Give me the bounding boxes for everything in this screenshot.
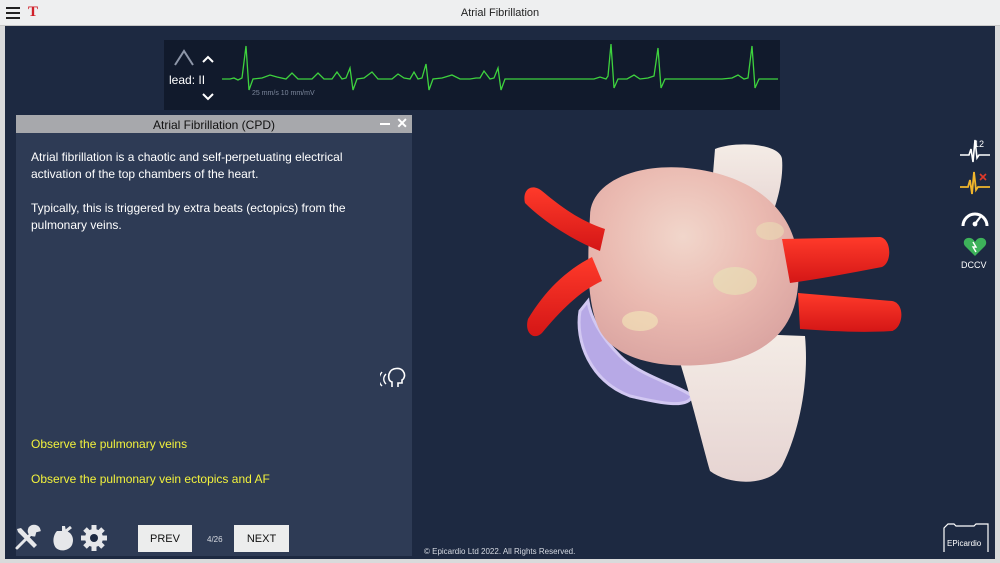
dccv-label: DCCV: [961, 260, 987, 270]
close-icon[interactable]: ✕: [396, 115, 408, 132]
minimize-icon[interactable]: [380, 123, 390, 125]
caret-up-icon[interactable]: [173, 48, 195, 66]
panel-title: Atrial Fibrillation (CPD): [152, 118, 276, 132]
heart-3d-model[interactable]: [520, 141, 910, 486]
link-observe-ectopics-af[interactable]: Observe the pulmonary vein ectopics and …: [31, 472, 270, 486]
settings-gear-icon[interactable]: [79, 523, 109, 553]
panel-paragraph: Atrial fibrillation is a chaotic and sel…: [31, 150, 343, 181]
heart-model-icon[interactable]: [47, 523, 77, 553]
prev-button[interactable]: PREV: [138, 525, 192, 552]
dccv-heart-icon[interactable]: [960, 236, 990, 258]
lead-selector: lead: II: [169, 73, 206, 87]
next-button[interactable]: NEXT: [234, 525, 289, 552]
panel-paragraph: Typically, this is triggered by extra be…: [31, 201, 346, 232]
lead-down-chevron-icon[interactable]: [201, 92, 215, 102]
page-indicator: 4/26: [207, 535, 223, 544]
epicardio-logo: EPicardio: [942, 522, 990, 554]
lead-up-chevron-icon[interactable]: [201, 54, 215, 64]
speaking-head-icon[interactable]: [380, 365, 408, 391]
info-panel: Atrial Fibrillation (CPD) ✕ Atrial fibri…: [16, 115, 412, 556]
tools-icon[interactable]: [12, 523, 42, 553]
copyright-text: © Epicardio Ltd 2022. All Rights Reserve…: [424, 547, 576, 556]
brand-text: EPicardio: [947, 539, 982, 548]
window-title: Atrial Fibrillation: [460, 7, 540, 19]
ecg-trace-toggle-icon[interactable]: [960, 170, 990, 196]
panel-header[interactable]: Atrial Fibrillation (CPD) ✕: [16, 115, 412, 133]
twelve-lead-label: 12: [974, 139, 985, 149]
link-observe-pulmonary-veins[interactable]: Observe the pulmonary veins: [31, 437, 187, 451]
speedometer-icon[interactable]: [960, 206, 990, 232]
epicardio-logo-mark: [943, 523, 989, 552]
title-bar: T Atrial Fibrillation: [0, 0, 1000, 26]
main-stage: lead: II 25 mm/s 10 mm/mV Atrial Fibrill…: [5, 26, 995, 559]
panel-body: Atrial fibrillation is a chaotic and sel…: [31, 149, 391, 251]
ecg-scale-text: 25 mm/s 10 mm/mV: [252, 90, 315, 97]
